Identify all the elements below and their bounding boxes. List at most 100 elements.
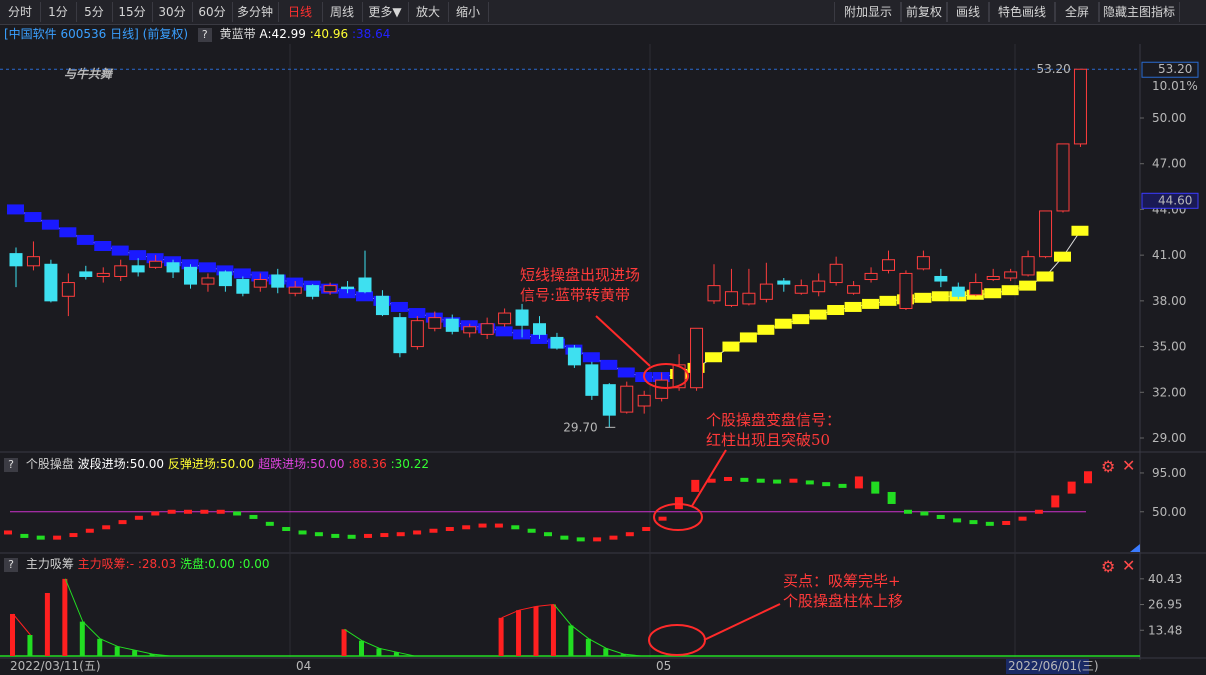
annotation-buy-point: 买点：吸筹完毕+ 个股操盘柱体上移 xyxy=(783,571,903,611)
band-block-6 xyxy=(111,245,129,256)
sub1-bar-40 xyxy=(658,516,667,521)
band-block-46 xyxy=(809,309,827,320)
sub1-bar-7 xyxy=(118,520,127,525)
candle-body-11 xyxy=(201,277,215,285)
candle-body-49 xyxy=(864,272,878,281)
sub1-bar-57 xyxy=(936,514,945,519)
band-block-4 xyxy=(76,234,94,245)
candle-body-41 xyxy=(724,291,738,306)
sub2-red-bar-2 xyxy=(62,578,68,656)
sub2-help-button[interactable]: ? xyxy=(4,557,18,572)
sub1-bar-45 xyxy=(740,477,749,482)
sub1-bar-0 xyxy=(4,530,12,535)
candle-body-16 xyxy=(288,286,302,294)
sub1-bar-52 xyxy=(854,476,863,489)
annotation-arrow-entry xyxy=(595,315,651,367)
sub1-bar-30 xyxy=(494,523,503,528)
price-tick-label-5: 35.00 xyxy=(1152,340,1186,354)
candle-body-58 xyxy=(1021,256,1035,276)
candle-body-59 xyxy=(1039,210,1053,258)
sub2-red-curve-a xyxy=(12,613,31,636)
band-block-45 xyxy=(792,314,810,325)
sub1-bar-9 xyxy=(151,511,160,516)
sub1-bar-24 xyxy=(396,532,405,537)
band-block-61 xyxy=(1071,225,1089,236)
sub1-close-icon[interactable]: ✕ xyxy=(1122,456,1135,475)
sub1-name: 个股操盘 xyxy=(25,457,74,471)
sub2-label1: 主力吸筹:- xyxy=(77,557,135,571)
sub1-bar-19 xyxy=(314,532,323,537)
high-marker-label: 53.20 xyxy=(1036,62,1070,76)
sub2-green-curve-c xyxy=(553,604,642,657)
band-block-50 xyxy=(879,295,897,306)
sub2-red-bar-6 xyxy=(533,606,539,656)
band-block-33 xyxy=(582,352,600,363)
sub2-red-curve xyxy=(501,603,555,619)
annotation-entry-line2: 信号:蓝带转黄带 xyxy=(520,286,631,304)
low-marker-label: 29.70 xyxy=(563,420,597,434)
candle-body-29 xyxy=(515,309,529,326)
sub1-bar-12 xyxy=(200,509,209,514)
x-axis-label-3: 2022/06/01(三) xyxy=(1008,659,1099,673)
sub2-green-bar-6 xyxy=(359,640,364,656)
candle-body-55 xyxy=(969,282,983,296)
sub2-settings-gear-icon[interactable]: ⚙ xyxy=(1101,557,1115,576)
candle-body-12 xyxy=(218,271,232,287)
sub2-v2: :0.00 xyxy=(238,557,270,571)
sub1-bar-21 xyxy=(347,534,356,539)
sub2-green-bar-1 xyxy=(79,621,85,656)
band-block-42 xyxy=(739,332,757,343)
band-block-43 xyxy=(757,324,775,335)
candle-body-48 xyxy=(847,285,861,294)
sub1-bar-44 xyxy=(724,476,732,481)
candle-body-57 xyxy=(1004,271,1018,279)
sub1-bar-49 xyxy=(805,480,814,485)
sub2-green-bar-0 xyxy=(27,635,33,656)
sub2-close-icon[interactable]: ✕ xyxy=(1122,556,1135,575)
annotation-circle-buy xyxy=(648,624,706,656)
sub1-help-button[interactable]: ? xyxy=(4,457,18,472)
sub1-bar-47 xyxy=(773,479,782,484)
annotation-arrow-buy xyxy=(703,603,781,641)
sub1-bar-61 xyxy=(1002,520,1011,525)
candle-body-23 xyxy=(410,320,424,348)
sub1-bar-17 xyxy=(282,527,291,532)
sub1-bar-23 xyxy=(380,533,389,538)
sub1-corner-marker xyxy=(1130,544,1140,552)
candle-body-50 xyxy=(882,259,895,271)
candle-body-30 xyxy=(533,323,546,335)
sub1-bar-8 xyxy=(134,515,143,520)
candle-body-28 xyxy=(498,312,512,325)
sub1-bar-1 xyxy=(20,533,29,538)
sub2-tick-label-1: 26.95 xyxy=(1148,598,1182,612)
sub1-bar-35 xyxy=(576,537,585,542)
candle-body-37 xyxy=(655,379,669,399)
candle-body-32 xyxy=(567,347,581,366)
sub1-bar-65 xyxy=(1067,481,1076,494)
candle-body-42 xyxy=(742,292,756,305)
pct-change-label: 10.01% xyxy=(1152,79,1198,93)
sub1-bar-54 xyxy=(887,491,896,504)
sub1-bar-46 xyxy=(756,478,765,483)
candle-body-46 xyxy=(812,280,826,293)
sub2-red-bar-3 xyxy=(341,629,347,656)
x-axis-label-1: 04 xyxy=(296,659,311,673)
candle-body-7 xyxy=(131,265,145,273)
sub1-bar-66 xyxy=(1084,471,1092,484)
band-block-3 xyxy=(59,227,77,238)
sub1-bar-38 xyxy=(625,532,634,537)
candle-body-13 xyxy=(236,279,250,294)
sub1-settings-gear-icon[interactable]: ⚙ xyxy=(1101,457,1115,476)
sub1-bar-42 xyxy=(691,479,700,492)
candle-body-40 xyxy=(707,285,721,302)
sub1-bar-56 xyxy=(920,511,929,516)
sub1-bar-58 xyxy=(953,518,962,523)
candle-body-47 xyxy=(829,263,843,284)
sub1-bar-55 xyxy=(904,509,912,514)
sub1-bar-16 xyxy=(265,521,274,526)
sub2-red-bar-0 xyxy=(10,614,15,656)
band-block-49 xyxy=(862,298,880,309)
sub1-bar-11 xyxy=(184,509,192,514)
sub1-bar-48 xyxy=(789,478,798,483)
band-block-53 xyxy=(931,291,949,302)
